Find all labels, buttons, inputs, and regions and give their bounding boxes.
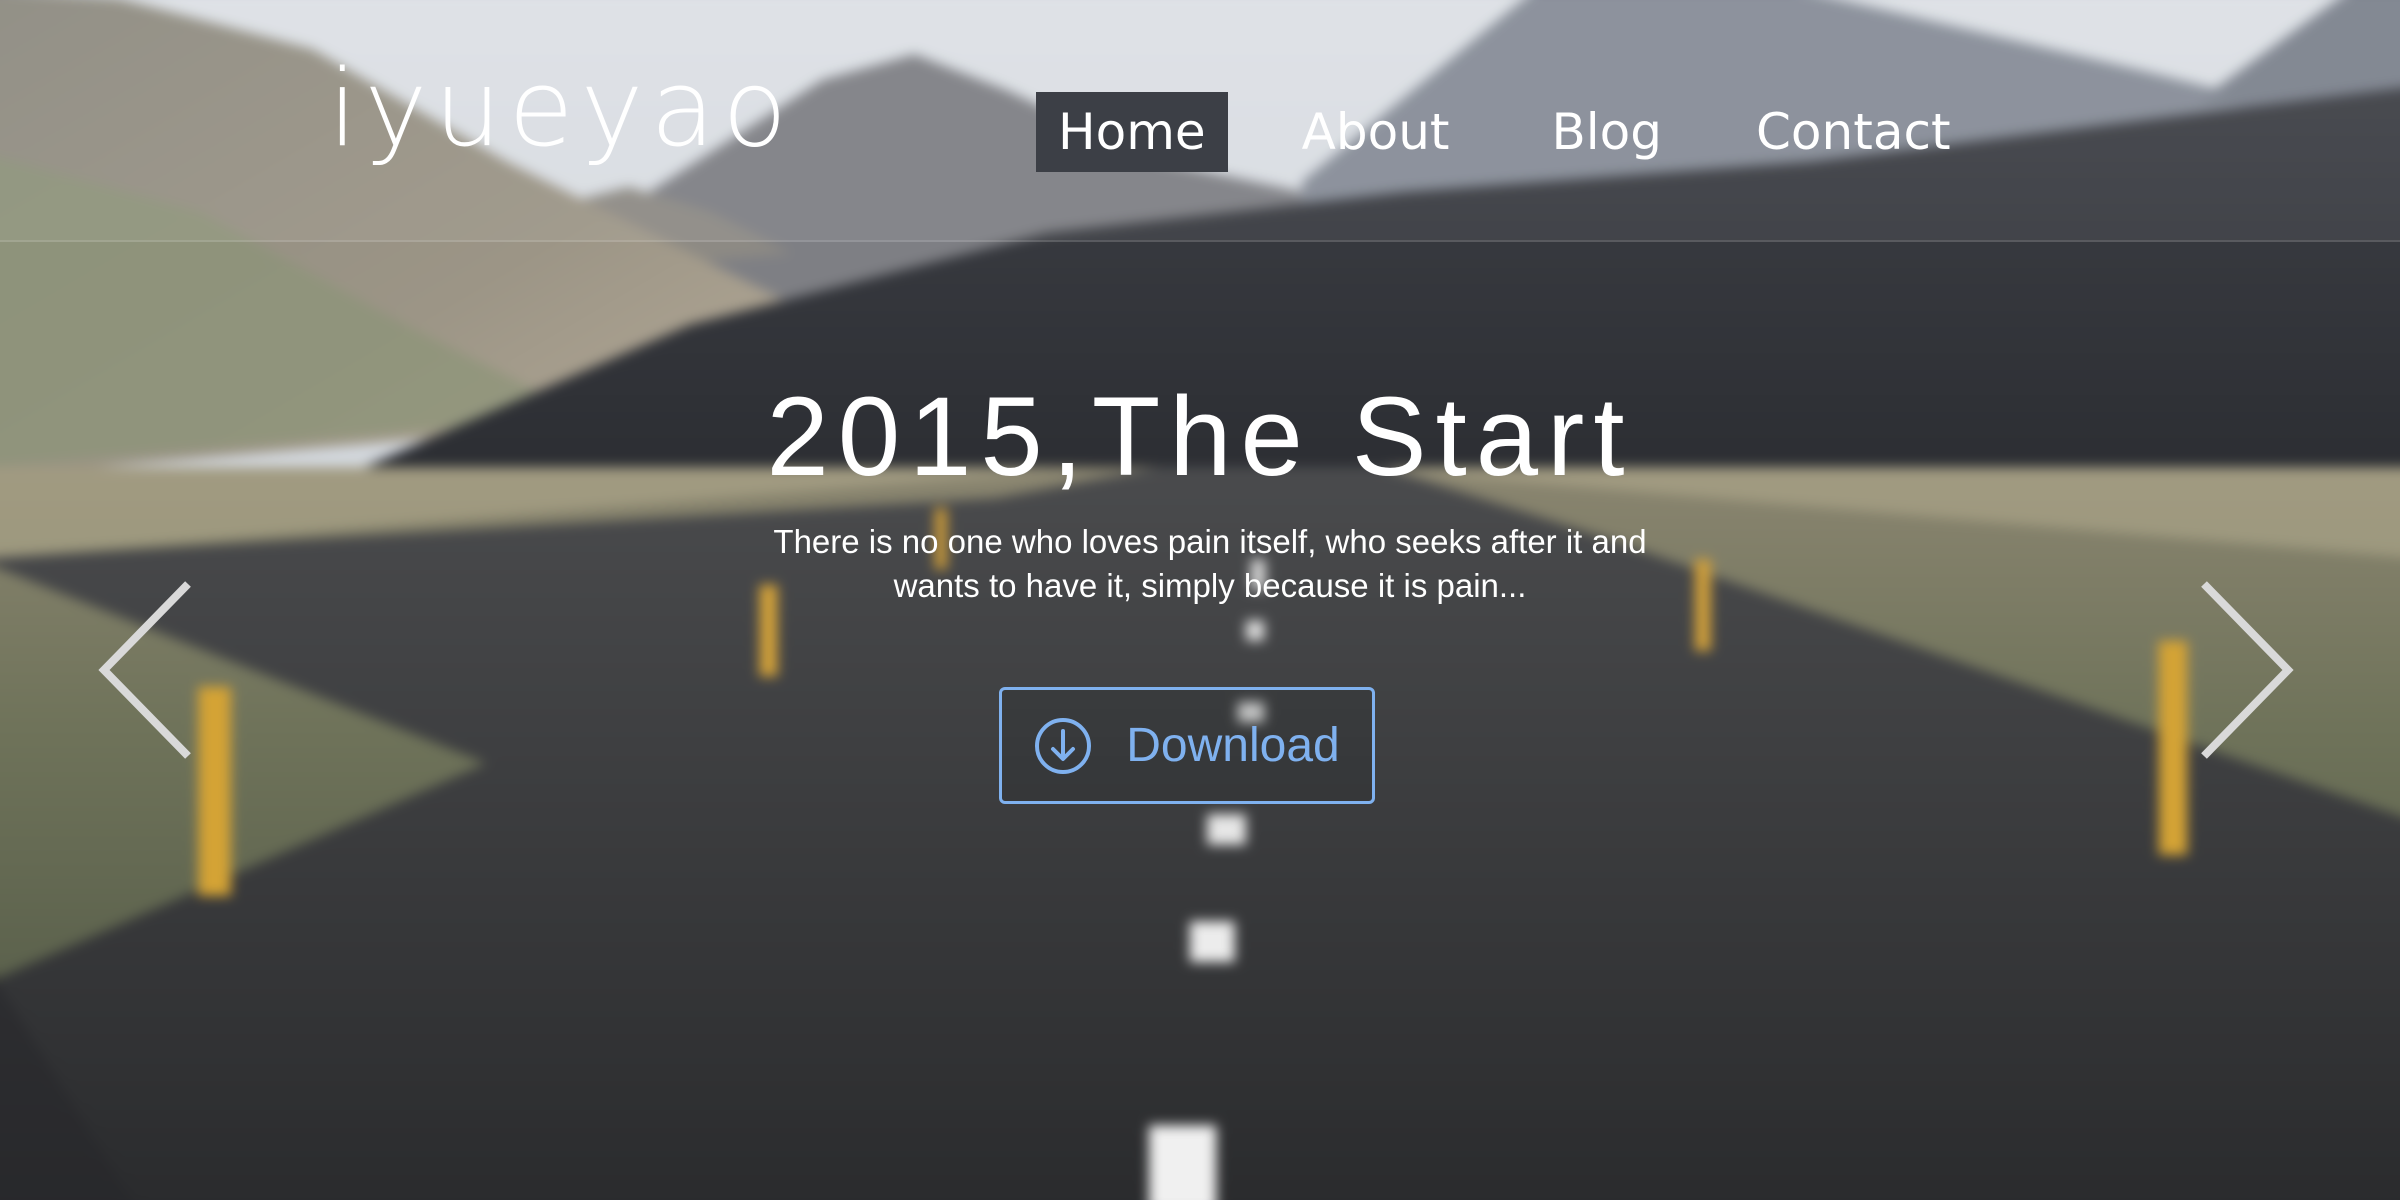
download-button[interactable]: Download <box>999 687 1375 804</box>
arrow-down-circle-icon <box>1035 717 1092 774</box>
main-nav: Home About Blog Contact <box>1036 92 1973 172</box>
nav-item-contact[interactable]: Contact <box>1734 92 1973 172</box>
download-label: Download <box>1126 719 1340 772</box>
hero-title: 2015,The Start <box>766 374 1634 499</box>
nav-item-about[interactable]: About <box>1280 92 1472 172</box>
chevron-left-icon[interactable] <box>96 580 196 760</box>
nav-item-blog[interactable]: Blog <box>1529 92 1684 172</box>
hero-slider: iyueyao Home About Blog Contact 2015,The… <box>0 0 2400 1200</box>
nav-item-home[interactable]: Home <box>1036 92 1228 172</box>
hero-subtitle: There is no one who loves pain itself, w… <box>773 523 1647 604</box>
chevron-right-icon[interactable] <box>2196 580 2296 760</box>
site-logo[interactable]: iyueyao <box>328 56 794 162</box>
